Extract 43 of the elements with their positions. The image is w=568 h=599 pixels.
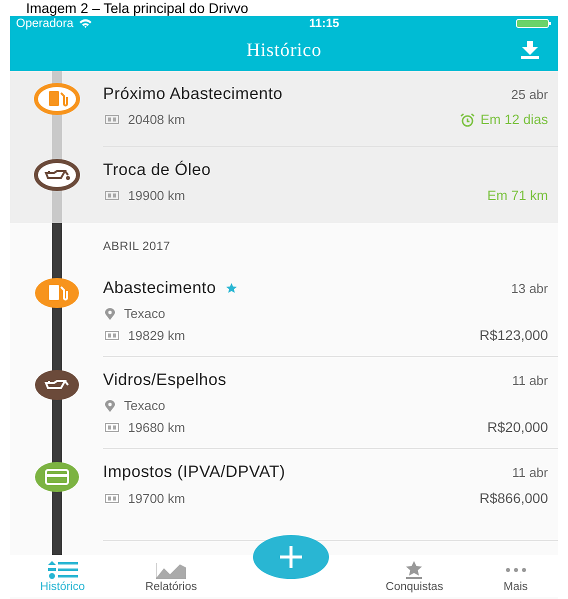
odometer-reading: 20408 km (128, 112, 186, 127)
entry-amount: R$123,000 (479, 327, 548, 343)
odometer-reading: 19900 km (128, 188, 186, 203)
odometer-icon (105, 191, 119, 200)
entry-date: 13 abr (511, 281, 548, 296)
nav-tab[interactable]: Mais (500, 561, 532, 597)
download-icon[interactable] (520, 41, 540, 59)
odometer-reading: 19680 km (128, 420, 186, 434)
screen-title: Histórico (246, 40, 322, 62)
entry-date: 25 abr (511, 87, 548, 102)
due-text: Em 71 km (487, 188, 548, 203)
list-icon (48, 561, 78, 579)
entry-title: Impostos (IPVA/DPVAT) (103, 463, 286, 482)
odometer-icon (105, 330, 119, 340)
caption: Imagem 2 – Tela principal do Drivvo (25, 0, 250, 16)
plus-icon (280, 546, 302, 568)
entry-title: Próximo Abastecimento (103, 85, 283, 104)
battery-icon (516, 18, 552, 28)
location-name: Texaco (124, 398, 166, 413)
entry-title: Abastecimento (103, 279, 216, 298)
entry-title: Vidros/Espelhos (103, 371, 226, 390)
entry-date: 11 abr (512, 465, 548, 480)
month-heading: ABRIL 2017 (103, 239, 170, 253)
odometer-reading: 19829 km (128, 328, 186, 342)
entry-amount: R$866,000 (479, 490, 548, 506)
odometer-reading: 19700 km (128, 490, 186, 506)
carrier-name: Operadora (16, 16, 74, 30)
more-icon (506, 568, 526, 572)
odometer-icon (105, 115, 119, 124)
due-text: Em 12 dias (480, 112, 548, 127)
clock-time: 11:15 (308, 16, 340, 30)
location-pin-icon (105, 308, 115, 320)
entry-amount: R$20,000 (487, 419, 548, 435)
nav-tab[interactable]: Conquistas (382, 561, 448, 597)
nav-tab[interactable]: Relatórios (141, 561, 201, 597)
chart-icon (156, 561, 186, 579)
wifi-icon (79, 18, 92, 28)
odometer-icon (105, 422, 119, 432)
odometer-icon (105, 494, 119, 502)
location-name: Texaco (124, 306, 166, 321)
location-pin-icon (105, 400, 115, 412)
entry-title: Troca de Óleo (103, 161, 211, 180)
entry-date: 11 abr (512, 373, 548, 388)
